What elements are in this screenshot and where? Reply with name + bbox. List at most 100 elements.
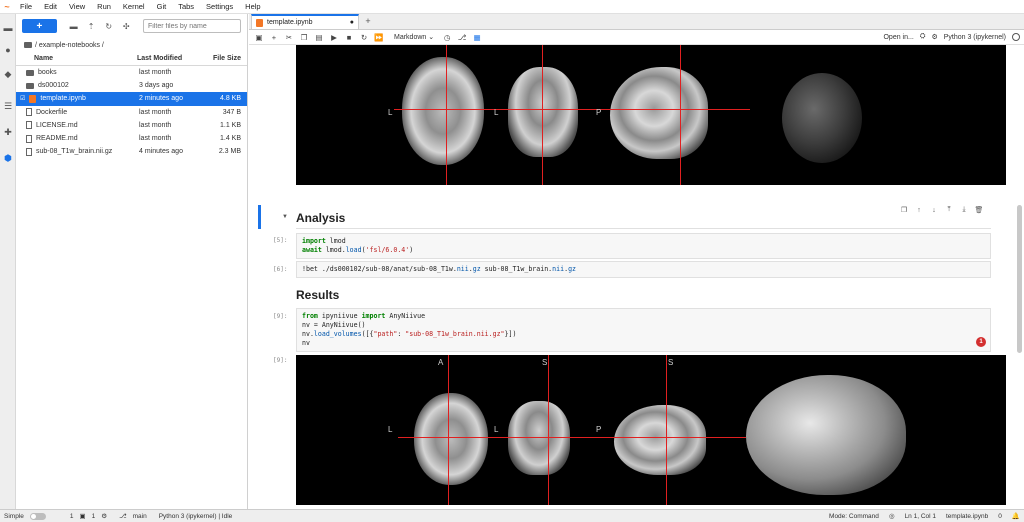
save-icon[interactable]: ▣ xyxy=(253,31,265,43)
prompt-5: [5]: xyxy=(273,237,288,244)
move-up-icon[interactable]: ↑ xyxy=(914,205,924,215)
insert-cell-icon[interactable]: + xyxy=(268,31,280,43)
file-browser-toolbar: + ▬ ⇡ ↻ ✣ xyxy=(16,14,247,38)
widgets-icon[interactable]: ⛭ xyxy=(920,33,926,41)
code-cell-5[interactable]: import lmod await lmod.load('fsl/6.0.4') xyxy=(296,233,991,259)
running-icon[interactable]: ● xyxy=(2,44,14,56)
git-diff-icon[interactable]: ⎇ xyxy=(456,31,468,43)
settings-gear-icon[interactable]: ⚙ xyxy=(931,33,937,41)
status-filename: template.ipynb xyxy=(946,512,989,520)
filter-files-input[interactable] xyxy=(143,19,242,33)
new-folder-icon[interactable]: ▬ xyxy=(67,19,81,33)
notification-count[interactable]: 0 xyxy=(998,513,1002,520)
home-folder-icon[interactable] xyxy=(24,42,32,48)
prompt-9: [9]: xyxy=(273,313,288,320)
error-badge[interactable]: 1 xyxy=(976,337,986,347)
cell-toolbar: ❐ ↑ ↓ ⤒ ⤓ 🗑 xyxy=(899,205,984,215)
unsaved-dot-icon[interactable]: ● xyxy=(350,19,354,26)
column-file-size[interactable]: File Size xyxy=(211,55,247,62)
file-row[interactable]: ds000102 3 days ago xyxy=(16,79,247,92)
niivue-viewer-output[interactable]: A S S L L P xyxy=(296,355,1006,505)
bell-icon[interactable]: 🔔 xyxy=(1012,512,1020,520)
menu-tabs[interactable]: Tabs xyxy=(172,2,200,11)
crosshair xyxy=(448,355,449,505)
brain-viewer-output-top[interactable]: L L P xyxy=(296,45,1006,185)
insert-above-icon[interactable]: ⤒ xyxy=(944,205,954,215)
divider xyxy=(296,228,991,229)
tab-template-notebook[interactable]: template.ipynb ● xyxy=(251,14,359,29)
refresh-icon[interactable]: ↻ xyxy=(102,19,116,33)
copy-icon[interactable]: ❐ xyxy=(298,31,310,43)
menu-git[interactable]: Git xyxy=(151,2,173,11)
open-in-dropdown[interactable]: Open in... xyxy=(883,34,913,41)
stop-icon[interactable]: ■ xyxy=(343,31,355,43)
menu-kernel[interactable]: Kernel xyxy=(117,2,151,11)
crosshair xyxy=(680,45,681,185)
restart-icon[interactable]: ↻ xyxy=(358,31,370,43)
menu-run[interactable]: Run xyxy=(91,2,117,11)
upload-icon[interactable]: ⇡ xyxy=(84,19,98,33)
cut-icon[interactable]: ✂ xyxy=(283,31,295,43)
notebook-mode: Mode: Command xyxy=(829,512,879,520)
orientation-label: A xyxy=(438,358,444,367)
terminals-count[interactable]: 1 xyxy=(70,513,74,520)
notebook-icon xyxy=(29,94,37,103)
cursor-position[interactable]: Ln 1, Col 1 xyxy=(905,513,936,520)
menu-view[interactable]: View xyxy=(63,2,91,11)
menu-edit[interactable]: Edit xyxy=(38,2,63,11)
file-row[interactable]: books last month xyxy=(16,66,247,79)
paste-icon[interactable]: ▤ xyxy=(313,31,325,43)
kernels-count[interactable]: 1 xyxy=(92,513,96,520)
file-size: 2.3 MB xyxy=(218,148,241,156)
crosshair xyxy=(446,45,447,185)
check-icon[interactable]: ☑ xyxy=(20,95,25,102)
debugger-icon[interactable]: ⬢ xyxy=(2,152,14,164)
file-row[interactable]: sub-08_T1w_brain.nii.gz 4 minutes ago 2.… xyxy=(16,145,247,158)
extensions-icon[interactable]: ✚ xyxy=(2,126,14,138)
git-branch[interactable]: main xyxy=(133,513,147,520)
file-row[interactable]: Dockerfile last month 347 B xyxy=(16,106,247,119)
collapse-caret-icon[interactable]: ▼ xyxy=(282,214,288,220)
file-row-selected[interactable]: ☑ template.ipynb 2 minutes ago 4.8 KB xyxy=(16,92,247,106)
trusted-icon[interactable]: ◎ xyxy=(889,512,895,520)
column-name[interactable]: Name xyxy=(16,55,137,62)
insert-below-icon[interactable]: ⤓ xyxy=(959,205,969,215)
menu-settings[interactable]: Settings xyxy=(200,2,239,11)
breadcrumb-path[interactable]: / example-notebooks / xyxy=(35,42,104,49)
code-cell-9[interactable]: from ipyniivue import AnyNiivue nv = Any… xyxy=(296,308,991,352)
orientation-label: S xyxy=(668,358,674,367)
file-modified: last month xyxy=(139,108,172,116)
file-row[interactable]: LICENSE.md last month 1.1 KB xyxy=(16,119,247,132)
notebook-scrollbar[interactable] xyxy=(1017,205,1022,353)
new-launcher-button[interactable]: + xyxy=(22,19,57,33)
git-icon[interactable]: ◆ xyxy=(2,68,14,80)
simple-mode-toggle[interactable] xyxy=(29,512,46,520)
toc-icon[interactable]: ☰ xyxy=(2,100,14,112)
menu-bar: ~ File Edit View Run Kernel Git Tabs Set… xyxy=(0,0,1024,14)
kernel-name[interactable]: Python 3 (ipykernel) xyxy=(944,34,1006,41)
run-icon[interactable]: ▶ xyxy=(328,31,340,43)
fast-forward-icon[interactable]: ⏩ xyxy=(373,31,385,43)
heading-analysis: Analysis xyxy=(296,211,346,225)
crosshair xyxy=(542,45,543,185)
folder-icon[interactable]: ▬ xyxy=(2,22,14,34)
cell-type-select[interactable]: Markdown ⌄ xyxy=(394,33,434,41)
add-tab-button[interactable]: + xyxy=(362,15,374,27)
kernel-status[interactable]: Python 3 (ipykernel) | Idle xyxy=(159,513,233,520)
git-clone-icon[interactable]: ✣ xyxy=(119,19,133,33)
file-name: Dockerfile xyxy=(36,108,68,116)
clock-icon[interactable]: ◷ xyxy=(441,31,453,43)
file-modified: 2 minutes ago xyxy=(139,95,183,103)
delete-icon[interactable]: 🗑 xyxy=(974,205,984,215)
menu-help[interactable]: Help xyxy=(239,2,266,11)
calendar-icon[interactable]: ▦ xyxy=(471,31,483,43)
file-row[interactable]: README.md last month 1.4 KB xyxy=(16,132,247,145)
move-down-icon[interactable]: ↓ xyxy=(929,205,939,215)
menu-file[interactable]: File xyxy=(14,2,38,11)
activity-bar: ▬ ● ◆ ☰ ✚ ⬢ xyxy=(0,14,16,509)
code-cell-6[interactable]: !bet ./ds000102/sub-08/anat/sub-08_T1w.n… xyxy=(296,261,991,278)
file-size: 1.1 KB xyxy=(219,121,241,129)
markdown-file-icon xyxy=(26,134,32,143)
column-last-modified[interactable]: Last Modified xyxy=(137,55,211,62)
duplicate-icon[interactable]: ❐ xyxy=(899,205,909,215)
